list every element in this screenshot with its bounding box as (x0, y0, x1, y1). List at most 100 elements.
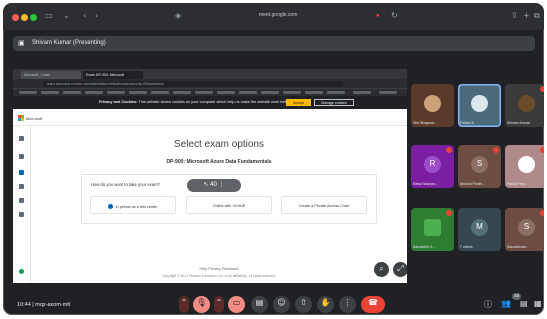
participant-name: Rahul Maurya... (413, 182, 438, 186)
participant-name: 7 others (460, 245, 473, 249)
avatar (471, 95, 488, 112)
more-options-button[interactable]: ⋮ (339, 296, 356, 313)
shared-address-bar: learn.microsoft.com/en-us/credentials/ce… (13, 79, 407, 88)
avatar (424, 95, 441, 112)
end-call-button[interactable]: ☎ (361, 296, 385, 313)
participant-tile[interactable]: Pawan K (458, 84, 501, 127)
tabs-icon[interactable]: ⧉ (534, 11, 540, 21)
brand-name: Microsoft (26, 116, 43, 121)
participant-tile[interactable]: S Shivani Panth... (458, 145, 501, 188)
mic-options-button[interactable]: ⌃ (179, 296, 189, 313)
present-screen-button[interactable]: ⇧ (295, 296, 312, 313)
mic-off-icon (540, 86, 544, 92)
home-icon (19, 136, 24, 141)
option-online: Online with OnVUE (186, 196, 272, 214)
mic-off-icon (446, 210, 452, 216)
shared-tab: Exam DP-900: Microsoft (83, 71, 143, 79)
bookmark (305, 91, 323, 94)
chevron-down-icon[interactable]: ⌄ (63, 11, 70, 20)
bookmark (353, 91, 371, 94)
new-tab-icon[interactable]: + (523, 11, 530, 20)
exam-name: DP-900: Microsoft Azure Data Fundamental… (166, 159, 272, 165)
document-icon (19, 184, 24, 189)
bookmark (261, 91, 279, 94)
people-icon[interactable]: 👥 (501, 299, 511, 308)
participant-tile[interactable]: Shri Bhagwat... (411, 84, 454, 127)
mic-off-button[interactable]: 🎙 (193, 296, 210, 313)
option-private-code: Create a Private Access Code (281, 196, 367, 214)
fullscreen-icon[interactable]: ⤢ (393, 262, 407, 277)
manage-cookies-button: Manage cookies (314, 99, 354, 106)
avatar: R (424, 156, 441, 173)
chat-icon[interactable]: ▤ (520, 299, 528, 308)
mic-off-icon (540, 147, 544, 153)
minimize-window-button[interactable] (21, 14, 28, 21)
settings-icon (19, 212, 24, 217)
maximize-window-button[interactable] (30, 14, 37, 21)
footer-links: Help Privacy Feedback (199, 267, 239, 271)
presentation-header: ▣ Shivam Kumar (Presenting) (13, 36, 535, 51)
avatar (518, 156, 535, 173)
emoji-button[interactable]: ☺ (273, 296, 290, 313)
location-icon (108, 204, 114, 209)
shared-sidebar (13, 126, 31, 283)
exam-options-card: How do you want to take your exam? ↖ 40 … (81, 174, 377, 224)
calendar-icon (19, 198, 24, 203)
camera-off-button[interactable]: ▭ (228, 296, 245, 313)
participant-tile[interactable]: Saurabhiri K... (411, 208, 454, 251)
presenter-label: Shivam Kumar (Presenting) (32, 40, 106, 46)
avatar (518, 95, 535, 112)
microsoft-logo-icon (18, 115, 24, 121)
address-bar[interactable]: meet.google.com (259, 12, 297, 18)
cookie-banner: Privacy and Cookies: This website stores… (13, 96, 407, 109)
avatar: S (471, 156, 488, 173)
participant-tile[interactable]: Shivam Kumar (505, 84, 544, 127)
bookmark (19, 91, 37, 94)
reload-icon[interactable]: ↻ (391, 11, 398, 20)
bookmark (85, 91, 103, 94)
participant-tile[interactable]: S Saurabhnan... (505, 208, 544, 251)
bookmark (195, 91, 213, 94)
accept-cookies-button: Accept (286, 99, 311, 106)
shared-screen: Microsoft - Learn Exam DP-900: Microsoft… (13, 69, 407, 283)
back-icon[interactable]: ‹ (83, 11, 86, 20)
bookmark (217, 91, 235, 94)
microsoft-header: Microsoft (13, 109, 407, 126)
camera-options-button[interactable]: ⌃ (214, 296, 224, 313)
meet-window: ▭ ⌄ ‹ › ◈ meet.google.com ● ↻ ⇪ + ⧉ ▣ Sh… (3, 3, 544, 315)
mic-off-icon (493, 147, 499, 153)
bookmark (41, 91, 59, 94)
cookie-message: Privacy and Cookies: This website stores… (99, 100, 304, 104)
avatar: M (471, 219, 488, 236)
bookmark (379, 91, 397, 94)
forward-icon[interactable]: › (95, 11, 98, 20)
zoom-icon[interactable]: ⌕ (374, 262, 389, 277)
remote-control-pill: ↖ 40 ⋮ (187, 179, 241, 192)
bookmark (151, 91, 169, 94)
share-icon[interactable]: ⇪ (511, 11, 518, 20)
exam-page: Select exam options DP-900: Microsoft Az… (31, 126, 407, 283)
sidebar-icon[interactable]: ▭ (45, 11, 53, 20)
participant-name: Pawan K (460, 121, 475, 125)
bookmark (327, 91, 345, 94)
raise-hand-button[interactable]: ✋ (317, 296, 334, 313)
bookmark (107, 91, 125, 94)
participant-tile[interactable]: R Rahul Maurya... (411, 145, 454, 188)
participant-tile[interactable]: M 7 others (458, 208, 501, 251)
participant-tile[interactable]: Pallavi Pan... (505, 145, 544, 188)
option-test-center: In person at a test center (90, 196, 176, 214)
mic-off-icon (540, 210, 544, 216)
activities-icon[interactable]: ▦ (534, 299, 542, 308)
captions-button[interactable]: ▤ (251, 296, 268, 313)
shield-icon: ◈ (175, 11, 182, 20)
participant-name: Shri Bhagwat... (413, 121, 437, 125)
participant-name: Shivani Panth... (460, 182, 485, 186)
bookmark (63, 91, 81, 94)
close-window-button[interactable] (12, 14, 19, 21)
shared-bookmarks-bar (13, 88, 407, 96)
participant-name: Saurabhnan... (507, 245, 529, 249)
bookmark (239, 91, 257, 94)
meeting-time-code: 10:44 | mqz-axom-mlt (17, 302, 71, 308)
present-screen-icon: ▣ (18, 40, 25, 47)
info-icon[interactable]: ⓘ (484, 299, 492, 310)
